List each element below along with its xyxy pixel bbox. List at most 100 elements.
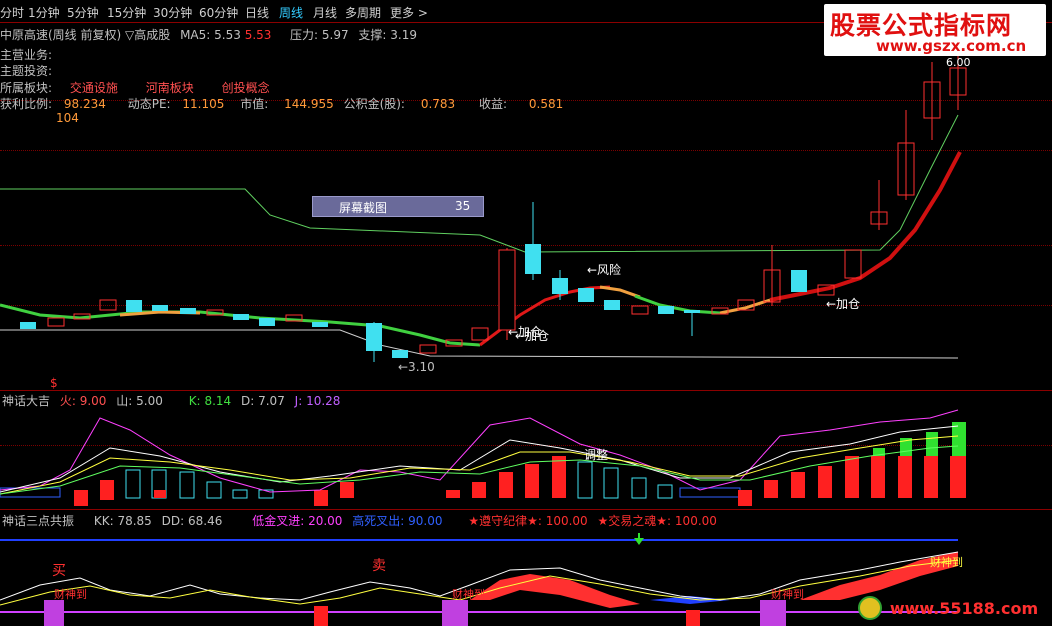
bar bbox=[100, 480, 114, 500]
bar bbox=[314, 490, 328, 506]
bar bbox=[125, 469, 141, 499]
caishen-label: 财神到 bbox=[930, 556, 963, 569]
bar bbox=[926, 432, 938, 456]
sector-tag[interactable]: 交通设施 bbox=[70, 81, 118, 95]
rule-value: 100.00 bbox=[545, 514, 588, 528]
mktcap-value: 144.955 bbox=[284, 97, 334, 111]
candle bbox=[419, 344, 437, 354]
huo-value: 9.00 bbox=[79, 394, 107, 408]
kk-label: KK: bbox=[93, 514, 114, 528]
bar bbox=[952, 422, 966, 456]
bar bbox=[154, 490, 166, 498]
pressure-support: 压力: 5.97 支撑: 3.19 bbox=[290, 26, 417, 43]
candle bbox=[791, 270, 807, 292]
candle bbox=[99, 299, 117, 311]
bar bbox=[179, 471, 195, 499]
stock-header: 中原高速(周线 前复权) ▽高成股 MA5: 5.53 5.53 bbox=[0, 26, 271, 43]
low-price-annotation: ←3.10 bbox=[398, 360, 435, 374]
bar bbox=[552, 456, 566, 498]
soul-label: ★交易之魂★: bbox=[597, 514, 672, 528]
candle bbox=[525, 244, 541, 274]
pe-label: 动态PE: bbox=[127, 97, 171, 111]
profit-ratio-value: 98.234 bbox=[63, 97, 106, 111]
swirl-logo-icon bbox=[858, 596, 882, 620]
ma-green-segment bbox=[0, 303, 481, 347]
risk-annotation: ←风险 bbox=[587, 263, 622, 277]
dollar-marker: $ bbox=[50, 376, 58, 390]
candle bbox=[259, 318, 275, 326]
theme-label: 主题投资: bbox=[0, 64, 53, 78]
sector-tag[interactable]: 河南板块 bbox=[146, 81, 194, 95]
dd-value: 68.46 bbox=[188, 514, 223, 528]
j-label: J: bbox=[294, 394, 303, 408]
j-value: 10.28 bbox=[306, 394, 341, 408]
buy-marker: 买 bbox=[52, 563, 66, 579]
low-cross-label: 低金叉进: bbox=[252, 514, 305, 528]
dd-label: DD: bbox=[161, 514, 185, 528]
signal-bar bbox=[760, 600, 786, 626]
candle bbox=[20, 322, 36, 329]
candle bbox=[552, 278, 568, 294]
ma5-value-2: 5.53 bbox=[244, 28, 272, 42]
ma5-label: MA5: bbox=[180, 28, 211, 42]
bar bbox=[232, 489, 248, 499]
eps-label: 收益: bbox=[479, 97, 508, 111]
panel3-title: 神话三点共振 bbox=[2, 514, 75, 528]
candle bbox=[180, 308, 196, 314]
bar bbox=[818, 466, 832, 498]
bar bbox=[950, 456, 966, 498]
bar bbox=[446, 490, 460, 498]
mktcap-label: 市值: bbox=[240, 97, 269, 111]
reserve-label: 公积金(股): bbox=[343, 97, 405, 111]
add-position-annotation-2: ←加仓 bbox=[826, 297, 861, 311]
reserve-value: 0.783 bbox=[420, 97, 456, 111]
bar bbox=[764, 480, 778, 498]
candle bbox=[578, 288, 594, 302]
panel2-title: 神话大吉 bbox=[2, 394, 51, 408]
pressure-value: 5.97 bbox=[321, 28, 349, 42]
bar bbox=[631, 477, 647, 499]
panel3-header: 神话三点共振 KK: 78.85 DD: 68.46 低金叉进: 20.00 高… bbox=[2, 512, 717, 529]
bar bbox=[845, 456, 859, 498]
bottom-watermark-url: www.55188.com bbox=[889, 598, 1039, 618]
candle bbox=[312, 322, 328, 327]
pe-value: 11.105 bbox=[182, 97, 225, 111]
k-label: K: bbox=[188, 394, 201, 408]
bar bbox=[525, 464, 539, 498]
shan-label: 山: bbox=[116, 394, 133, 408]
candle bbox=[844, 249, 862, 279]
stock-title: 中原高速(周线 前复权) ▽高成股 bbox=[0, 28, 171, 42]
bar bbox=[924, 456, 938, 498]
red-ribbon bbox=[470, 574, 640, 608]
sector-tag[interactable]: 创投概念 bbox=[222, 81, 270, 95]
bar bbox=[791, 472, 805, 498]
candle bbox=[152, 305, 168, 311]
channel-upper-line bbox=[0, 114, 959, 253]
candle bbox=[631, 305, 649, 315]
bar bbox=[577, 461, 593, 499]
signal-bar bbox=[442, 600, 468, 626]
bar bbox=[340, 482, 354, 498]
soul-value: 100.00 bbox=[674, 514, 717, 528]
support-value: 3.19 bbox=[390, 28, 418, 42]
candle bbox=[47, 317, 65, 327]
candle bbox=[498, 249, 516, 331]
main-business-label: 主营业务: bbox=[0, 48, 53, 62]
candle bbox=[233, 314, 249, 320]
sector-label: 所属板块: bbox=[0, 81, 53, 95]
caishen-label: 财神到 bbox=[54, 588, 87, 601]
site-watermark: 股票公式指标网 www.gszx.com.cn bbox=[824, 4, 1046, 56]
bar bbox=[871, 456, 885, 498]
rule-label: ★遵守纪律★: bbox=[468, 514, 542, 528]
bar bbox=[898, 456, 912, 498]
huo-label: 火: bbox=[59, 394, 76, 408]
screenshot-popup[interactable]: 屏幕截图 35 bbox=[312, 196, 484, 217]
extra-value: 104 bbox=[56, 111, 79, 125]
screenshot-value: 35 bbox=[455, 199, 471, 213]
caishen-label: 财神到 bbox=[452, 588, 485, 601]
bar bbox=[74, 490, 88, 506]
shan-value: 5.00 bbox=[136, 394, 163, 408]
candle bbox=[471, 327, 489, 341]
bar bbox=[472, 482, 486, 498]
watermark-url: www.gszx.com.cn bbox=[876, 37, 1027, 55]
